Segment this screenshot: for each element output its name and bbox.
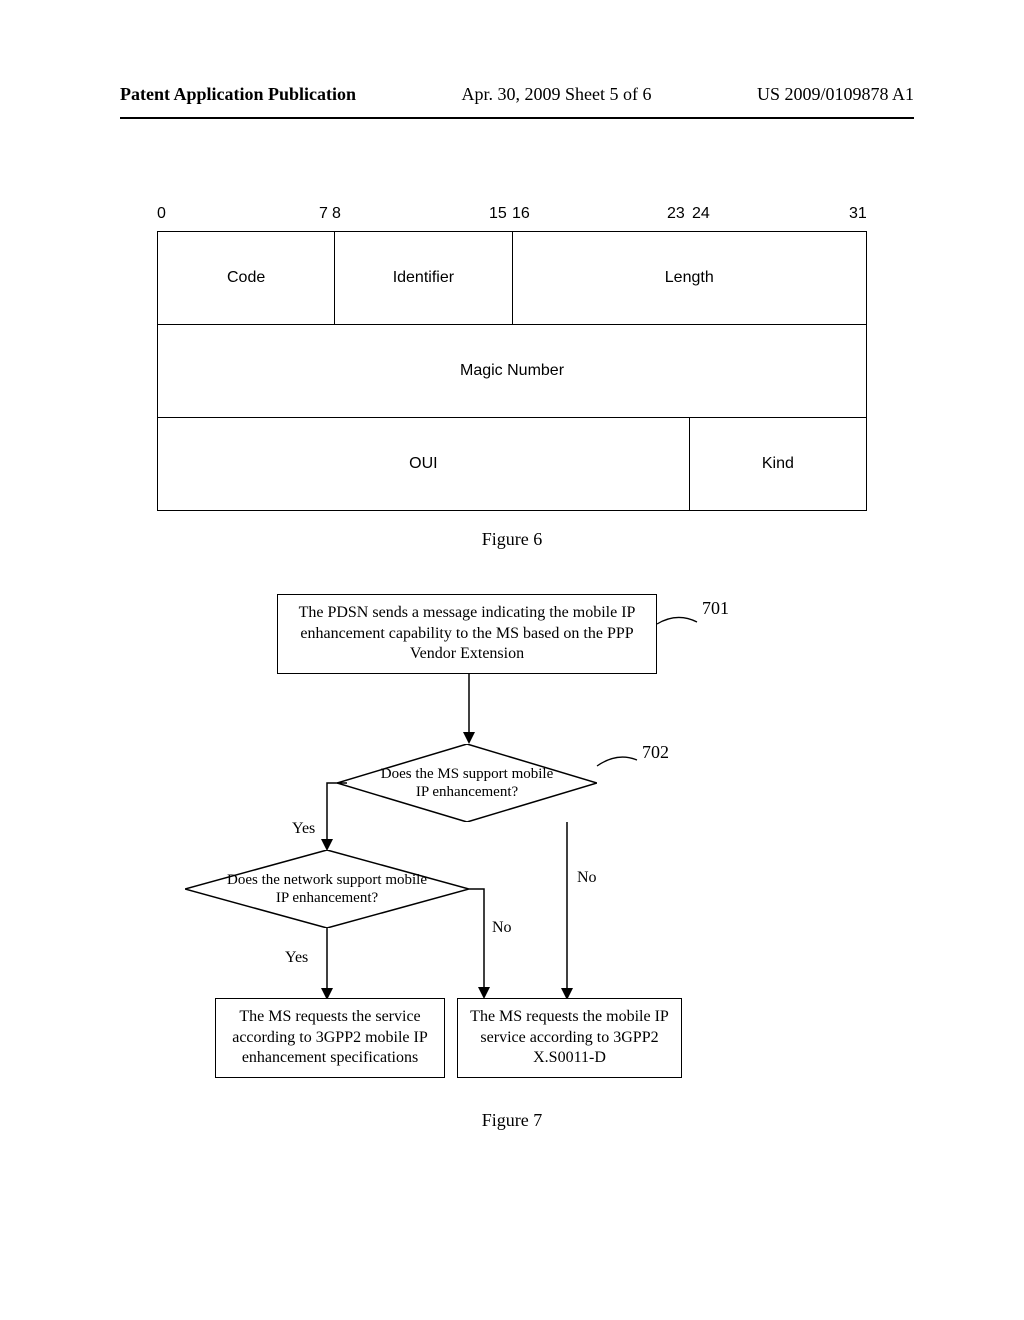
arrow-network-no <box>469 889 499 1001</box>
callout-702: 702 <box>642 742 669 763</box>
bit-23: 23 <box>667 205 685 223</box>
edge-label-yes-2: Yes <box>285 949 308 967</box>
edge-label-yes-1: Yes <box>292 820 315 838</box>
bit-8: 8 <box>332 205 341 223</box>
arrow-network-yes <box>320 928 334 1000</box>
publication-label: Patent Application Publication <box>120 84 356 105</box>
callout-701: 701 <box>702 598 729 619</box>
publication-number: US 2009/0109878 A1 <box>757 84 914 105</box>
date-sheet: Apr. 30, 2009 Sheet 5 of 6 <box>462 84 652 105</box>
figure-7: The PDSN sends a message indicating the … <box>157 594 867 1134</box>
figure-6: 0 7 8 15 16 23 24 31 Code Identifier Len… <box>157 205 867 550</box>
field-magic-number: Magic Number <box>158 325 867 418</box>
result-enhancement: The MS requests the service according to… <box>215 998 445 1078</box>
field-code: Code <box>158 232 335 325</box>
bit-31: 31 <box>849 205 867 223</box>
bit-16: 16 <box>512 205 530 223</box>
decision-702: Does the MS support mobile IP enhancemen… <box>337 744 597 822</box>
bit-0: 0 <box>157 205 166 223</box>
packet-format-table: Code Identifier Length Magic Number OUI … <box>157 231 867 511</box>
decision-702-text: Does the MS support mobile IP enhancemen… <box>337 744 597 822</box>
field-oui: OUI <box>158 418 690 511</box>
arrow-702-no <box>555 822 585 1002</box>
bit-index-labels: 0 7 8 15 16 23 24 31 <box>157 205 867 231</box>
field-kind: Kind <box>689 418 866 511</box>
flow-step-701: The PDSN sends a message indicating the … <box>277 594 657 674</box>
result-standard: The MS requests the mobile IP service ac… <box>457 998 682 1078</box>
decision-network-text: Does the network support mobile IP enhan… <box>185 850 469 928</box>
figure-6-caption: Figure 6 <box>157 529 867 550</box>
bit-15: 15 <box>489 205 507 223</box>
callout-line-702 <box>597 754 643 778</box>
field-identifier: Identifier <box>335 232 512 325</box>
decision-network-support: Does the network support mobile IP enhan… <box>185 850 469 928</box>
bit-24: 24 <box>692 205 710 223</box>
header-divider <box>120 117 914 119</box>
figure-7-caption: Figure 7 <box>157 1110 867 1131</box>
page-header: Patent Application Publication Apr. 30, … <box>0 0 1024 113</box>
field-length: Length <box>512 232 867 325</box>
table-row: OUI Kind <box>158 418 867 511</box>
bit-7: 7 <box>319 205 328 223</box>
table-row: Magic Number <box>158 325 867 418</box>
callout-line-701 <box>657 612 703 642</box>
arrow-701-to-702 <box>462 674 476 746</box>
table-row: Code Identifier Length <box>158 232 867 325</box>
